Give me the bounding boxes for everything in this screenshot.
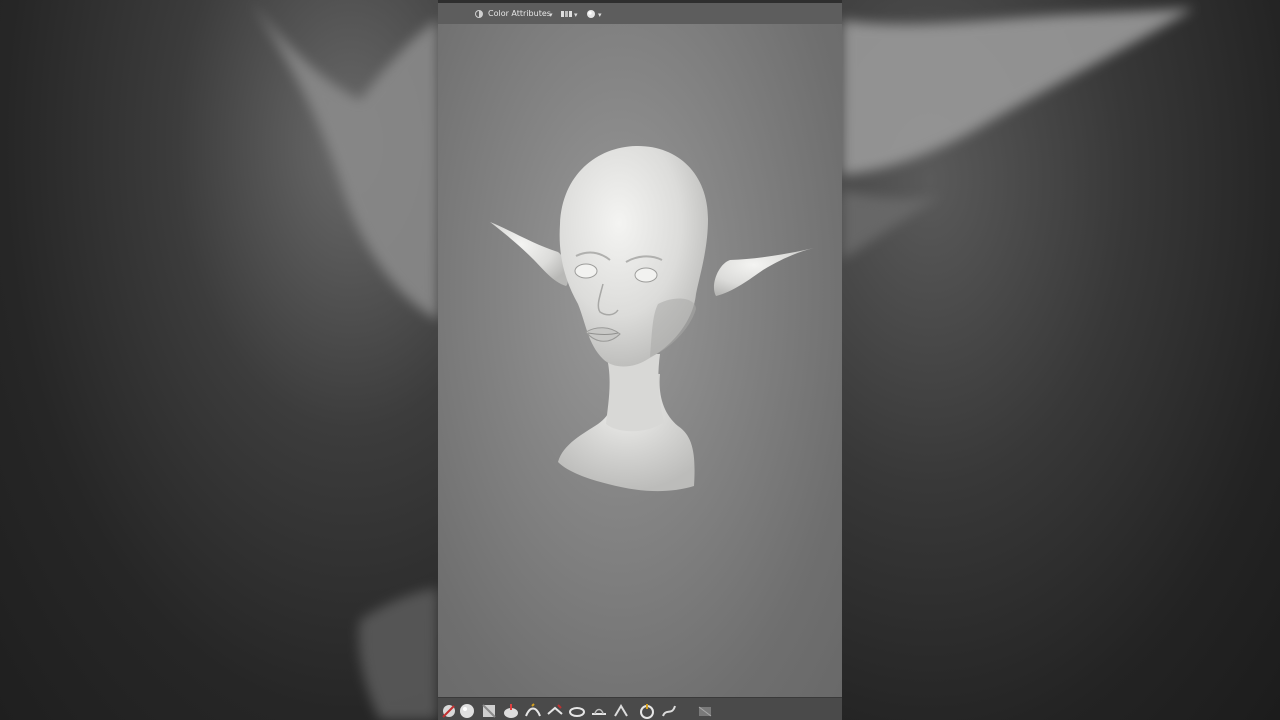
mask-icon[interactable] — [696, 702, 714, 720]
background-blur-right — [842, 0, 1280, 720]
snake-hook-icon[interactable] — [660, 702, 678, 720]
clay-brush-icon[interactable] — [458, 702, 476, 720]
viewport-shading-icon[interactable] — [474, 9, 484, 19]
blender-sculpt-screen: Color Attributes ▾ ▾ ▾ — [438, 0, 842, 720]
color-attributes-dropdown[interactable]: Color Attributes — [488, 9, 551, 18]
sculpted-elf-bust — [490, 146, 814, 492]
3d-viewport[interactable] — [438, 24, 842, 698]
crease-icon[interactable] — [546, 702, 564, 720]
sculpt-tool-shelf — [438, 697, 842, 720]
inflate-icon[interactable] — [502, 702, 520, 720]
viewport-header: Color Attributes ▾ ▾ ▾ — [438, 0, 842, 24]
grab-icon[interactable] — [638, 702, 656, 720]
clay-strips-icon[interactable] — [480, 702, 498, 720]
overlay-icon[interactable] — [560, 9, 574, 19]
blob-icon[interactable] — [524, 702, 542, 720]
draw-brush-icon[interactable] — [440, 702, 458, 720]
chevron-down-icon: ▾ — [574, 11, 578, 19]
chevron-down-icon: ▾ — [598, 11, 602, 19]
sphere-shading-icon[interactable] — [586, 9, 596, 19]
chevron-down-icon: ▾ — [549, 11, 553, 19]
pinch-icon[interactable] — [612, 702, 630, 720]
flatten-icon[interactable] — [590, 702, 608, 720]
background-blur-left — [0, 0, 438, 720]
smooth-icon[interactable] — [568, 702, 586, 720]
